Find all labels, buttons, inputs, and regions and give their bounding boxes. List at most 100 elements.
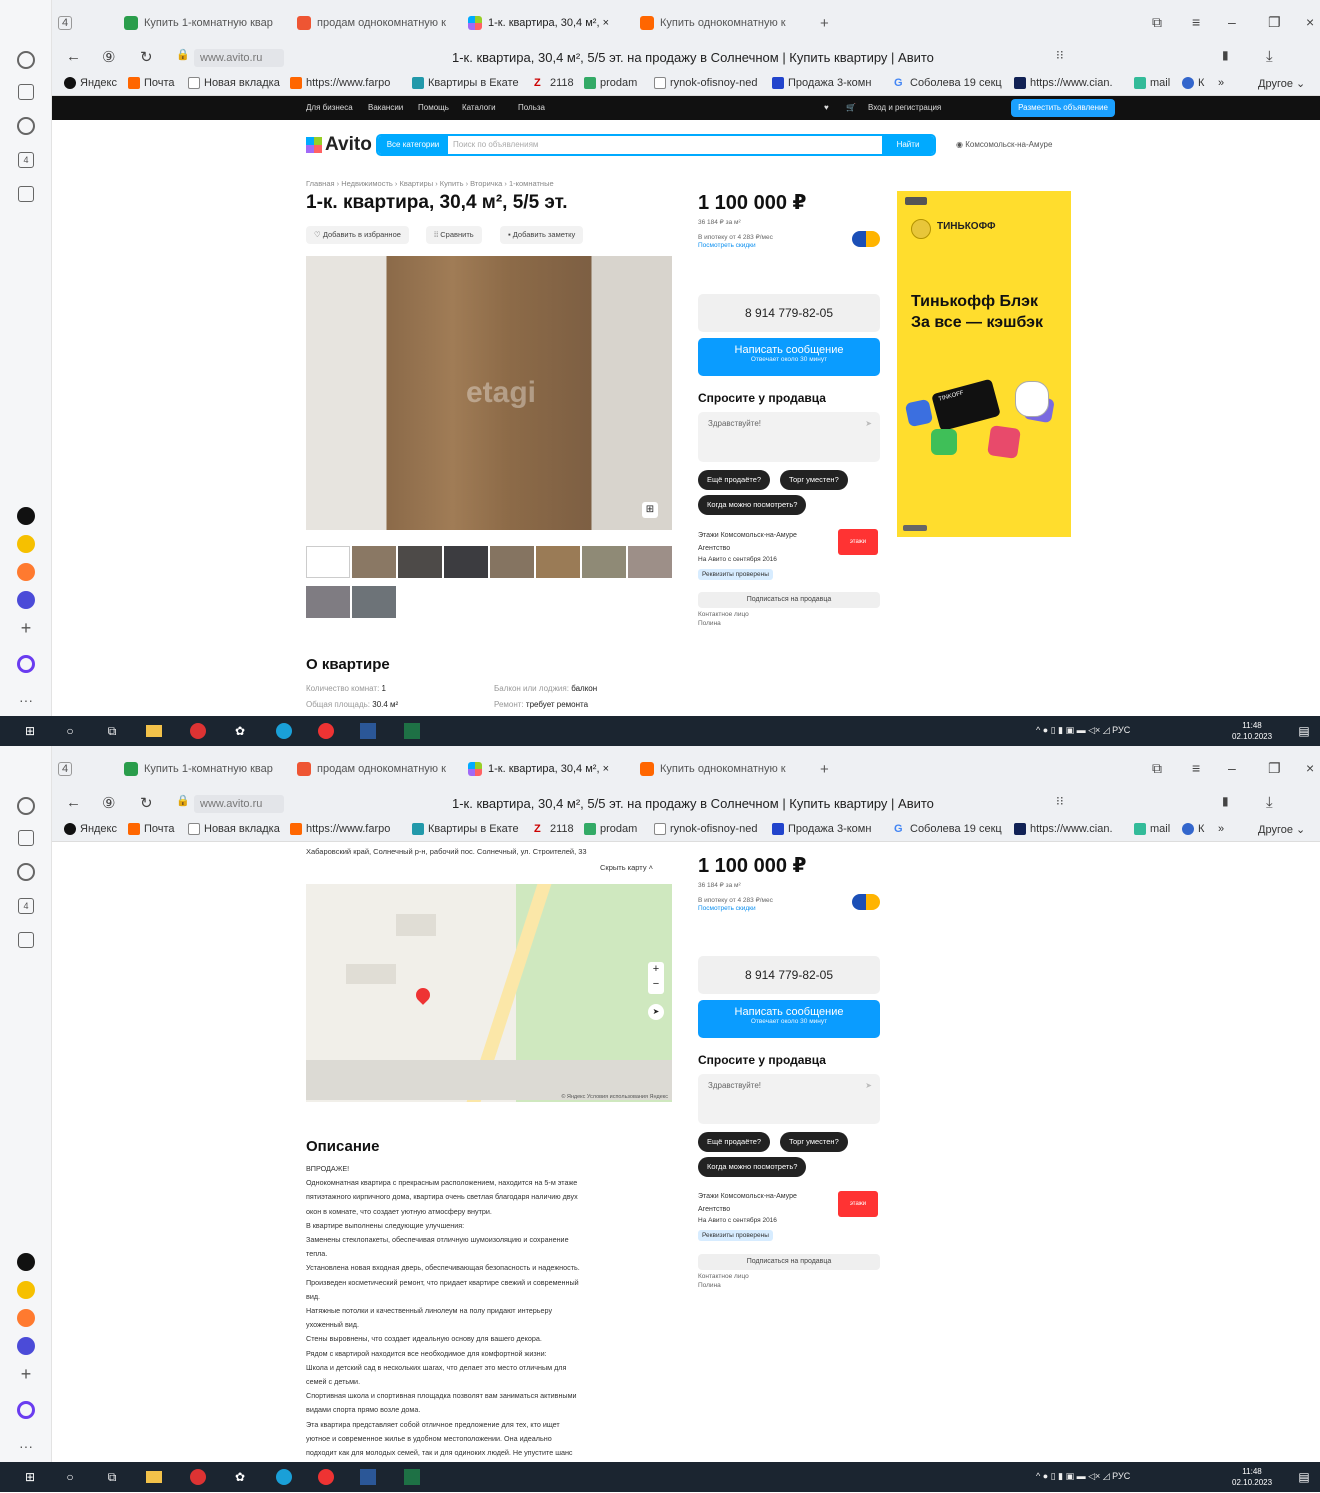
add-icon[interactable]: + <box>16 1364 36 1384</box>
locate-icon[interactable]: ➤ <box>648 1004 664 1020</box>
menu-icon[interactable]: ≡ <box>1192 14 1200 30</box>
task-view-icon[interactable]: ⧉ <box>104 723 120 739</box>
tab-4[interactable]: Купить однокомнатную к <box>640 758 800 780</box>
excel-icon[interactable] <box>404 1469 420 1485</box>
notifications-icon[interactable]: ▤ <box>1296 723 1312 739</box>
map-footer[interactable]: © Яндекс Условия использования Яндекс <box>561 1094 668 1100</box>
bookmark-item[interactable]: Квартиры в Екате <box>412 823 519 835</box>
ask-seller-input[interactable]: Здравствуйте! ➤ <box>698 412 880 462</box>
bookmark-item[interactable]: G Соболева 19 секц <box>894 823 1002 835</box>
seller-logo[interactable]: этажи <box>838 529 878 555</box>
app-icon-3[interactable] <box>16 562 36 582</box>
windows-start-icon[interactable]: ⊞ <box>22 723 38 739</box>
app-icon-1[interactable] <box>16 1252 36 1272</box>
add-icon[interactable]: + <box>16 618 36 638</box>
nav-business[interactable]: Для бизнеса <box>306 103 353 112</box>
minimize-icon[interactable]: – <box>1228 760 1236 776</box>
tab-counter[interactable]: 4 <box>58 758 73 780</box>
clock[interactable]: 11:48 02.10.2023 <box>1232 720 1272 742</box>
photo-thumbnail[interactable] <box>306 546 350 578</box>
city-selector[interactable]: ◉ Комсомольск-на-Амуре <box>956 140 1052 149</box>
app-icon-1[interactable] <box>16 506 36 526</box>
photo-thumbnail[interactable] <box>444 546 488 578</box>
tab-counter[interactable]: 4 <box>58 12 73 34</box>
location-map[interactable]: + − ➤ © Яндекс Условия использования Янде… <box>306 884 672 1102</box>
tab-3-active[interactable]: 1-к. квартира, 30,4 м², × <box>468 12 628 34</box>
screenshot-icon[interactable] <box>16 184 36 204</box>
bookmark-item[interactable]: Почта <box>128 77 175 89</box>
counter-icon[interactable]: 4 <box>16 896 36 916</box>
show-phone-button[interactable]: 8 914 779-82-05 <box>698 956 880 994</box>
app-icon-4[interactable] <box>16 1336 36 1356</box>
mortgage-link[interactable]: Посмотреть скидки <box>698 905 756 912</box>
write-message-button[interactable]: Написать сообщение Отвечает около 30 мину… <box>698 338 880 376</box>
all-categories-button[interactable]: Все категории <box>378 136 448 154</box>
tab-list-icon[interactable]: ⧉ <box>1152 14 1162 31</box>
hide-map-link[interactable]: Скрыть карту ˄ <box>600 862 653 873</box>
collections-icon[interactable] <box>16 828 36 848</box>
tab-1[interactable]: Купить 1-комнатную квар <box>124 758 284 780</box>
quick-question[interactable]: Ещё продаёте? <box>698 470 771 490</box>
subscribe-button[interactable]: Подписаться на продавца <box>698 1254 880 1270</box>
nav-benefit[interactable]: Польза <box>518 103 545 112</box>
bookmark-item[interactable]: Квартиры в Екате <box>412 77 519 89</box>
search-icon[interactable]: ○ <box>62 1469 78 1485</box>
close-icon[interactable]: × <box>1306 760 1314 776</box>
ask-seller-input[interactable]: Здравствуйте! ➤ <box>698 1074 880 1124</box>
tab-1[interactable]: Купить 1-комнатную квар <box>124 12 284 34</box>
bookmark-item[interactable]: https://www.farpo <box>290 823 390 835</box>
system-tray[interactable]: ^ ● ▯ ▮ ▣ ▬ ◁× ◿ РУС <box>1036 1471 1130 1482</box>
quick-question[interactable]: Когда можно посмотреть? <box>698 495 807 515</box>
more-icon[interactable]: ··· <box>16 690 36 710</box>
excel-icon[interactable] <box>404 723 420 739</box>
post-ad-button[interactable]: Разместить объявление <box>1011 99 1115 117</box>
yandex-browser-icon[interactable] <box>190 723 206 739</box>
paint-icon[interactable]: ✿ <box>232 723 248 739</box>
photo-thumbnail[interactable] <box>352 546 396 578</box>
tab-2[interactable]: продам однокомнатную к <box>297 12 457 34</box>
bookmark-icon[interactable]: ▮ <box>1222 48 1229 62</box>
bookmark-item[interactable]: mail <box>1134 823 1170 835</box>
seller-logo[interactable]: этажи <box>838 1191 878 1217</box>
bookmarks-more[interactable]: » <box>1218 77 1224 89</box>
new-tab-button[interactable]: + <box>820 758 829 780</box>
yandex-icon[interactable] <box>318 723 334 739</box>
edge-icon[interactable] <box>276 1469 292 1485</box>
more-icon[interactable]: ··· <box>16 1436 36 1456</box>
bookmark-item[interactable]: G Соболева 19 секц <box>894 77 1002 89</box>
tab-4[interactable]: Купить однокомнатную к <box>640 12 800 34</box>
explorer-icon[interactable] <box>146 1469 162 1485</box>
bookmark-item[interactable]: https://www.cian. <box>1014 823 1113 835</box>
menu-icon[interactable]: ≡ <box>1192 760 1200 776</box>
note-button[interactable]: ▪ Добавить заметку <box>500 226 584 244</box>
quick-question[interactable]: Торг уместен? <box>780 470 848 490</box>
quick-question[interactable]: Когда можно посмотреть? <box>698 1157 807 1177</box>
download-icon[interactable]: ⤓ <box>1266 794 1273 811</box>
play-icon[interactable] <box>16 862 36 882</box>
fullscreen-icon[interactable]: ⊞ <box>642 502 658 518</box>
tab-2[interactable]: продам однокомнатную к <box>297 758 457 780</box>
bookmark-item[interactable]: mail <box>1134 77 1170 89</box>
app-icon-4[interactable] <box>16 590 36 610</box>
bookmark-item[interactable]: rynok-ofisnoy-ned <box>654 823 757 835</box>
send-icon[interactable]: ➤ <box>865 419 872 428</box>
quick-question[interactable]: Ещё продаёте? <box>698 1132 771 1152</box>
photo-thumbnail[interactable] <box>398 546 442 578</box>
bookmark-item[interactable]: Почта <box>128 823 175 835</box>
nav-vacancies[interactable]: Вакансии <box>368 103 403 112</box>
compare-button[interactable]: ⁞⁞ Сравнить <box>426 226 482 244</box>
cart-icon[interactable]: 🛒 <box>846 103 856 112</box>
windows-start-icon[interactable]: ⊞ <box>22 1469 38 1485</box>
bookmark-item[interactable]: Z 2118 <box>534 823 574 835</box>
seller-name[interactable]: Этажи Комсомольск-на-Амуре <box>698 530 797 541</box>
alice-icon[interactable] <box>16 654 36 674</box>
app-icon-3[interactable] <box>16 1308 36 1328</box>
main-photo[interactable]: etagi ⊞ <box>306 256 672 530</box>
subscribe-button[interactable]: Подписаться на продавца <box>698 592 880 608</box>
new-tab-button[interactable]: + <box>820 12 829 34</box>
app-icon-2[interactable] <box>16 534 36 554</box>
bookmark-item[interactable]: Продажа 3-комн <box>772 823 871 835</box>
login-link[interactable]: Вход и регистрация <box>868 103 941 112</box>
show-phone-button[interactable]: 8 914 779-82-05 <box>698 294 880 332</box>
bookmark-item[interactable]: К <box>1182 77 1204 89</box>
